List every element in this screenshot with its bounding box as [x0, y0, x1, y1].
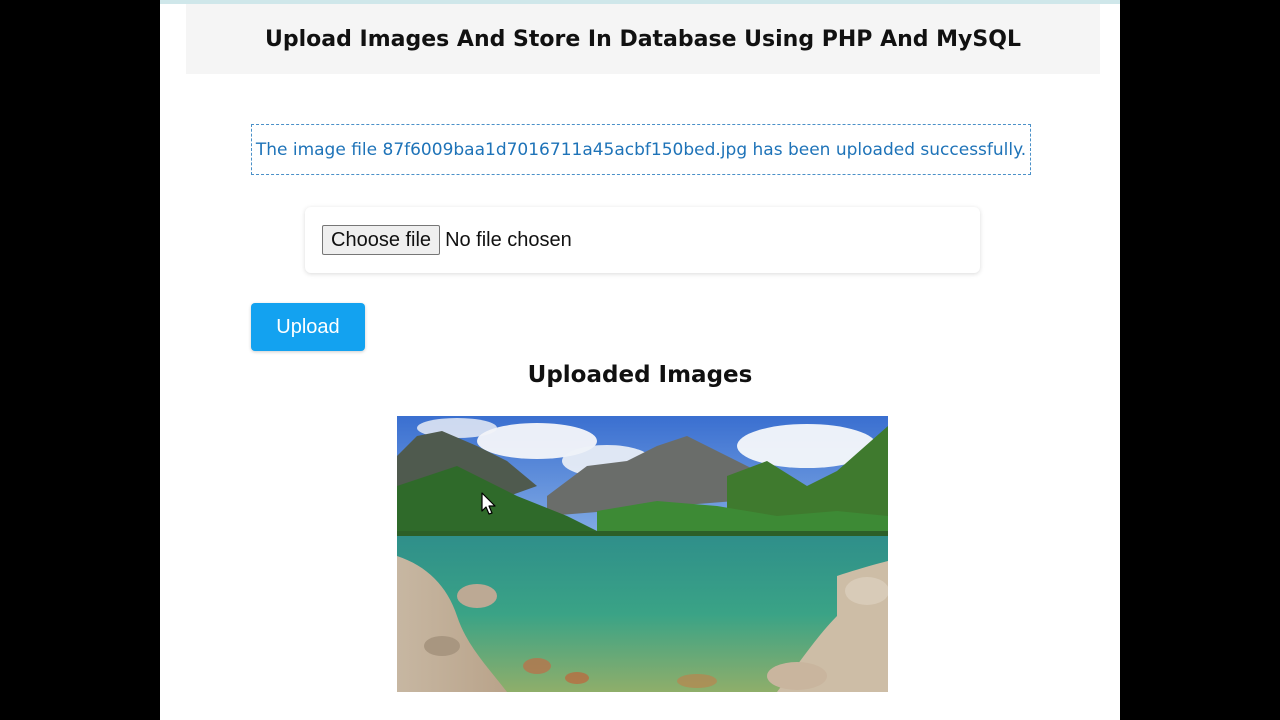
page-title: Upload Images And Store In Database Usin…: [265, 26, 1021, 52]
page-header: Upload Images And Store In Database Usin…: [186, 4, 1100, 74]
uploaded-image: [397, 416, 888, 692]
file-status-text: No file chosen: [445, 228, 572, 251]
upload-button[interactable]: Upload: [251, 303, 365, 351]
page: Upload Images And Store In Database Usin…: [160, 0, 1120, 720]
choose-file-button[interactable]: Choose file: [322, 225, 441, 255]
mouse-cursor-icon: [481, 492, 499, 516]
uploaded-images-heading: Uploaded Images: [527, 362, 753, 388]
success-message: The image file 87f6009baa1d7016711a45acb…: [255, 139, 1027, 160]
success-alert: The image file 87f6009baa1d7016711a45acb…: [251, 124, 1031, 175]
file-input-card: Choose file No file chosen: [305, 207, 980, 273]
